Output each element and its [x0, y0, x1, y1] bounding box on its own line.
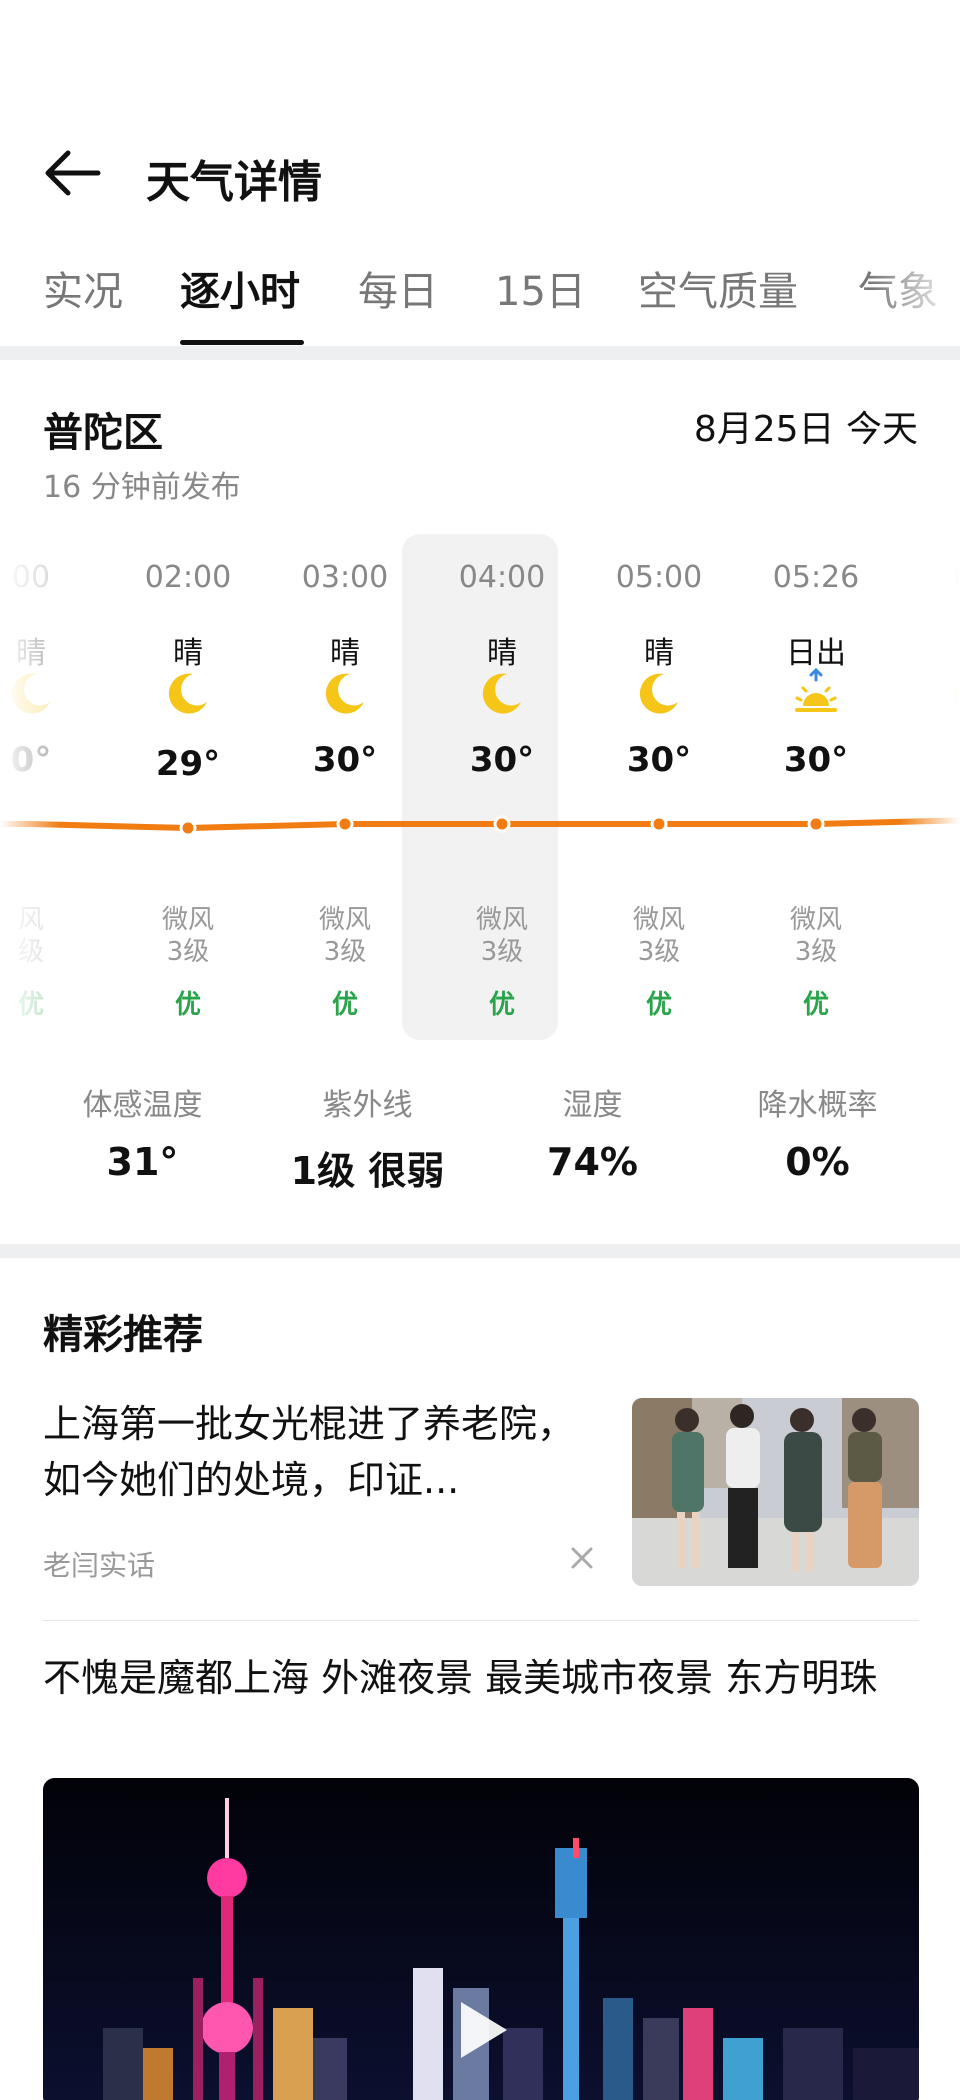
stat-uv: 紫外线 1级 很弱 — [255, 1080, 480, 1195]
hour-column[interactable]: 04:00 晴 30° 微风 3级优 — [423, 534, 581, 1044]
stat-value: 74% — [547, 1140, 638, 1184]
hour-time: 05:26 — [772, 560, 860, 595]
hour-column[interactable]: 03:00 晴 30° 微风 3级优 — [266, 534, 424, 1044]
moon-icon — [477, 668, 527, 718]
stat-value: 1级 很弱 — [290, 1149, 445, 1193]
dismiss-button[interactable] — [566, 1542, 598, 1574]
hour-time: 03:00 — [301, 560, 389, 595]
hour-air-quality: 优 — [645, 990, 672, 1020]
close-icon — [571, 1547, 593, 1569]
stat-label: 体感温度 — [82, 1088, 203, 1123]
wind-direction: 微风 — [161, 905, 214, 935]
news-source: 老闫实话 — [43, 1549, 156, 1582]
wind-level: 3级 — [166, 937, 210, 967]
arrow-left-icon — [45, 150, 101, 196]
app-header: 天气详情 — [0, 0, 960, 260]
hour-wind: 微风 3级 — [423, 904, 581, 968]
wind-direction: 微风 — [318, 905, 371, 935]
hour-time: 02:00 — [144, 560, 232, 595]
news-thumbnail[interactable] — [632, 1398, 919, 1586]
recommend-title: 精彩推荐 — [43, 1312, 203, 1358]
tab-daily[interactable]: 每日 — [358, 262, 438, 346]
play-icon — [461, 2002, 507, 2058]
page-title: 天气详情 — [146, 157, 322, 208]
hour-air-quality: 优 — [802, 990, 829, 1020]
section-divider — [0, 1244, 960, 1258]
publish-time: 16 分钟前发布 — [43, 470, 241, 505]
hour-temperature: 30° — [312, 740, 378, 780]
date-label: 8月25日 今天 — [693, 409, 918, 450]
stat-label: 降水概率 — [757, 1088, 878, 1123]
news-divider — [43, 1620, 919, 1621]
stat-humidity: 湿度 74% — [480, 1080, 705, 1184]
wind-level: 3级 — [794, 937, 838, 967]
news-title[interactable]: 不愧是魔都上海 外滩夜景 最美城市夜景 东方明珠 — [43, 1650, 923, 1706]
hour-wind: 微风 3级 — [737, 904, 895, 968]
stat-label: 湿度 — [562, 1088, 623, 1123]
video-thumbnail[interactable] — [43, 1778, 919, 2100]
tab-15day[interactable]: 15日 — [495, 262, 586, 346]
tab-air-quality[interactable]: 空气质量 — [638, 262, 798, 346]
section-divider — [0, 346, 960, 360]
hour-condition: 晴 — [330, 636, 360, 671]
hour-air-quality: 优 — [331, 990, 358, 1020]
hour-temperature: 29° — [155, 744, 221, 784]
street-photo — [632, 1398, 919, 1586]
stat-feels-like: 体感温度 31° — [30, 1080, 255, 1184]
tab-hourly[interactable]: 逐小时 — [180, 262, 300, 346]
hour-time: 05:00 — [615, 560, 703, 595]
hour-temperature: 30° — [626, 740, 692, 780]
back-button[interactable] — [40, 145, 104, 201]
stat-precipitation: 降水概率 0% — [705, 1080, 930, 1184]
scroll-fade-left — [0, 534, 60, 1044]
tabs-fade — [870, 262, 960, 332]
stat-value: 31° — [106, 1140, 179, 1184]
hour-column[interactable]: 05:00 晴 30° 微风 3级优 — [580, 534, 738, 1044]
hour-condition: 晴 — [644, 636, 674, 671]
district-name: 普陀区 — [43, 410, 163, 456]
hour-wind: 微风 3级 — [580, 904, 738, 968]
moon-icon — [634, 668, 684, 718]
tab-bar: 实况 逐小时 每日 15日 空气质量 气象 — [0, 262, 960, 346]
hour-temperature: 30° — [469, 740, 535, 780]
moon-icon — [320, 668, 370, 718]
wind-direction: 微风 — [632, 905, 685, 935]
hour-condition: 晴 — [173, 636, 203, 671]
hour-column[interactable]: 05:26 日出 30° 微风 3级优 — [737, 534, 895, 1044]
play-button[interactable] — [455, 1998, 511, 2062]
wind-level: 3级 — [637, 937, 681, 967]
tab-realtime[interactable]: 实况 — [43, 262, 123, 346]
wind-direction: 微风 — [789, 905, 842, 935]
hour-wind: 微风 3级 — [266, 904, 424, 968]
stat-value: 0% — [785, 1140, 850, 1184]
wind-direction: 微风 — [475, 905, 528, 935]
weather-stats: 体感温度 31° 紫外线 1级 很弱 湿度 74% 降水概率 0% — [0, 1080, 960, 1193]
hour-air-quality: 优 — [174, 990, 201, 1020]
hour-condition: 晴 — [487, 636, 517, 671]
hour-time: 04:00 — [458, 560, 546, 595]
wind-level: 3级 — [323, 937, 367, 967]
hour-wind: 微风 3级 — [109, 904, 267, 968]
sunrise-icon — [791, 667, 841, 718]
wind-level: 3级 — [480, 937, 524, 967]
scroll-fade-right — [900, 534, 960, 1044]
moon-icon — [163, 668, 213, 718]
hour-column[interactable]: 02:00 晴 29° 微风 3级优 — [109, 534, 267, 1044]
hourly-forecast[interactable]: 00晴0°风级优02:00晴29°微风3级优03:00晴30°微风3级优04:0… — [0, 534, 960, 1044]
active-tab-indicator — [180, 340, 304, 345]
hour-air-quality: 优 — [488, 990, 515, 1020]
news-title[interactable]: 上海第一批女光棍进了养老院，如今她们的处境，印证... — [43, 1396, 598, 1508]
hour-condition: 日出 — [786, 636, 846, 671]
news-item[interactable]: 上海第一批女光棍进了养老院，如今她们的处境，印证... 老闫实话 — [0, 1392, 960, 1622]
hour-temperature: 30° — [783, 740, 849, 780]
stat-label: 紫外线 — [322, 1088, 413, 1123]
